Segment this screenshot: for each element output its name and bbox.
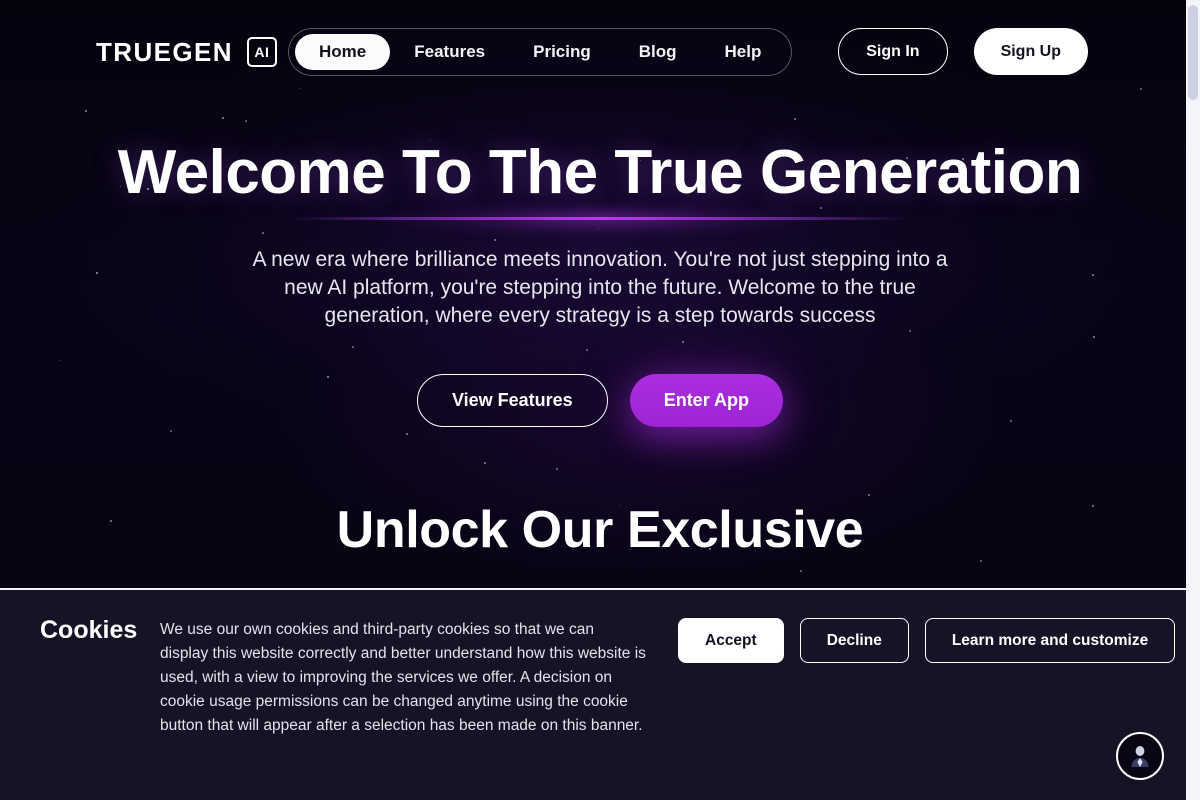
page-scrollbar[interactable]: [1186, 0, 1200, 800]
cookie-learn-more-button[interactable]: Learn more and customize: [924, 618, 1176, 663]
nav-item-help[interactable]: Help: [701, 34, 786, 70]
cookie-banner: Cookies We use our own cookies and third…: [0, 588, 1200, 800]
cookie-description: We use our own cookies and third-party c…: [160, 621, 646, 735]
star-particle: [245, 120, 247, 122]
star-particle: [794, 118, 796, 120]
brand-ai-badge: AI: [246, 37, 277, 67]
page-root: TRUEGEN AI Home Features Pricing Blog He…: [0, 0, 1200, 800]
hero-title: Welcome To The True Generation: [117, 138, 1083, 207]
hero-subtitle: A new era where brilliance meets innovat…: [252, 248, 948, 328]
view-features-button[interactable]: View Features: [416, 374, 608, 428]
nav-item-features[interactable]: Features: [390, 34, 509, 70]
cookie-accept-button[interactable]: Accept: [678, 618, 784, 663]
cookie-title: Cookies: [40, 616, 138, 644]
star-particle: [484, 462, 486, 464]
brand-logo[interactable]: TRUEGEN AI: [96, 37, 277, 68]
star-particle: [85, 110, 87, 112]
hero-glow-beam: [290, 217, 910, 221]
exclusive-title: Unlock Our Exclusive: [336, 501, 864, 559]
nav-item-blog[interactable]: Blog: [615, 34, 701, 70]
star-particle: [556, 468, 558, 470]
hero-cta-row: View Features Enter App: [0, 374, 1200, 428]
cookie-actions: Accept Decline Learn more and customize: [678, 616, 1176, 663]
assistant-fab-button[interactable]: [1116, 732, 1164, 780]
star-particle: [170, 430, 172, 432]
sign-in-button[interactable]: Sign In: [838, 28, 948, 75]
nav-item-pricing[interactable]: Pricing: [509, 34, 615, 70]
auth-actions: Sign In Sign Up: [838, 28, 1088, 75]
hero-section: Welcome To The True Generation A new era…: [0, 138, 1200, 428]
star-particle: [868, 494, 870, 496]
sign-up-button[interactable]: Sign Up: [973, 28, 1088, 75]
brand-name: TRUEGEN: [96, 36, 233, 67]
star-particle: [406, 433, 409, 436]
main-nav: Home Features Pricing Blog Help: [288, 28, 793, 76]
cookie-decline-button[interactable]: Decline: [799, 618, 909, 663]
scrollbar-thumb[interactable]: [1188, 5, 1198, 100]
site-header: TRUEGEN AI Home Features Pricing Blog He…: [0, 0, 1200, 104]
star-particle: [222, 117, 224, 119]
nav-item-home[interactable]: Home: [295, 34, 391, 70]
enter-app-button[interactable]: Enter App: [629, 374, 784, 428]
avatar-icon: [1131, 746, 1149, 767]
